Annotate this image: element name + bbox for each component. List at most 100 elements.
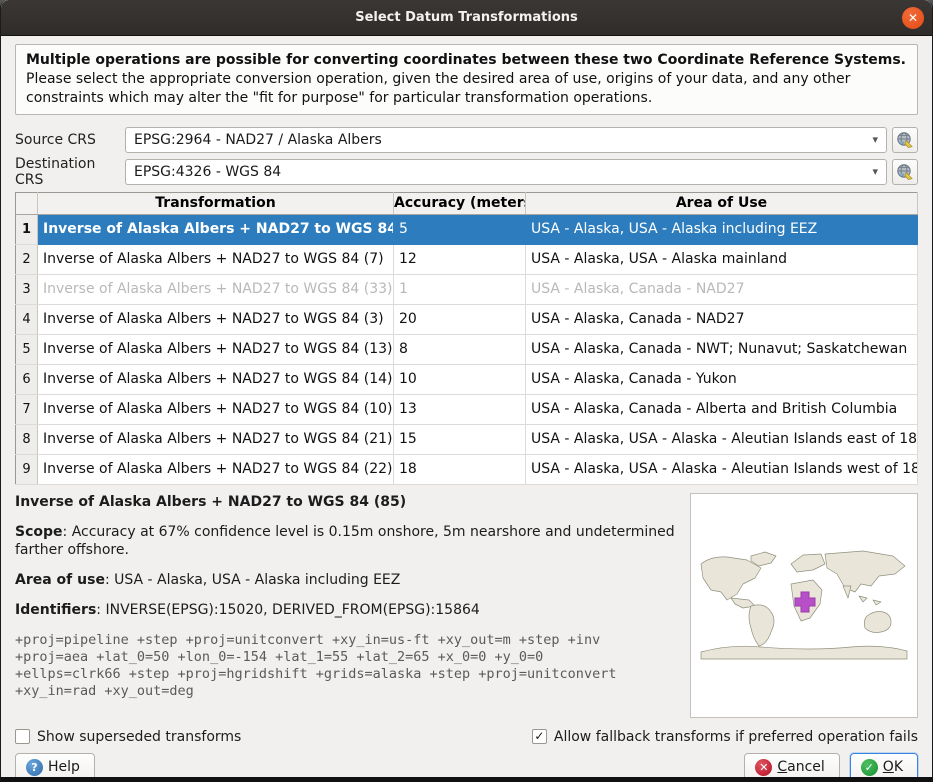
identifiers-label: Identifiers xyxy=(15,602,96,618)
intro-rest-text: Please select the appropriate conversion… xyxy=(26,71,850,106)
ok-button-label: OK xyxy=(883,759,903,775)
cancel-icon: ✕ xyxy=(755,759,772,776)
button-row: ? Help ✕ Cancel ✓ OK xyxy=(15,753,918,782)
row-number: 7 xyxy=(16,394,38,424)
dialog-content: Multiple operations are possible for con… xyxy=(1,36,932,782)
table-row[interactable]: 1 Inverse of Alaska Albers + NAD27 to WG… xyxy=(16,214,918,244)
accuracy-cell[interactable]: 8 xyxy=(394,334,526,364)
accuracy-cell[interactable]: 1 xyxy=(394,274,526,304)
help-icon: ? xyxy=(26,759,43,776)
table-header-row: Transformation Accuracy (meters) Area of… xyxy=(16,192,918,214)
header-area-of-use[interactable]: Area of Use xyxy=(526,192,918,214)
selected-transformation-heading: Inverse of Alaska Albers + NAD27 to WGS … xyxy=(15,493,678,511)
row-number: 4 xyxy=(16,304,38,334)
area-cell[interactable]: USA - Alaska, Canada - NAD27 xyxy=(526,304,918,334)
source-crs-value: EPSG:2964 - NAD27 / Alaska Albers xyxy=(134,132,866,148)
transformation-cell[interactable]: Inverse of Alaska Albers + NAD27 to WGS … xyxy=(38,364,394,394)
accuracy-cell[interactable]: 10 xyxy=(394,364,526,394)
destination-crs-value: EPSG:4326 - WGS 84 xyxy=(134,164,866,180)
area-cell[interactable]: USA - Alaska, USA - Alaska - Aleutian Is… xyxy=(526,454,918,484)
header-transformation[interactable]: Transformation xyxy=(38,192,394,214)
table-row[interactable]: 8 Inverse of Alaska Albers + NAD27 to WG… xyxy=(16,424,918,454)
titlebar: Select Datum Transformations ✕ xyxy=(1,0,932,36)
allow-fallback-checkbox[interactable]: ✓ Allow fallback transforms if preferred… xyxy=(532,729,918,745)
transformation-cell[interactable]: Inverse of Alaska Albers + NAD27 to WGS … xyxy=(38,214,394,244)
table-row[interactable]: 9 Inverse of Alaska Albers + NAD27 to WG… xyxy=(16,454,918,484)
accuracy-cell[interactable]: 18 xyxy=(394,454,526,484)
select-destination-crs-button[interactable] xyxy=(892,159,918,185)
area-cell[interactable]: USA - Alaska, USA - Alaska - Aleutian Is… xyxy=(526,424,918,454)
area-cell[interactable]: USA - Alaska, USA - Alaska mainland xyxy=(526,244,918,274)
area-cell[interactable]: USA - Alaska, Canada - Alberta and Briti… xyxy=(526,394,918,424)
show-superseded-checkbox[interactable]: Show superseded transforms xyxy=(15,729,241,745)
cancel-button-label: Cancel xyxy=(777,759,824,775)
area-of-use-text: : USA - Alaska, USA - Alaska including E… xyxy=(105,572,400,588)
ok-button[interactable]: ✓ OK xyxy=(850,753,918,782)
globe-edit-icon xyxy=(896,163,914,181)
transformation-cell[interactable]: Inverse of Alaska Albers + NAD27 to WGS … xyxy=(38,454,394,484)
identifiers-line: Identifiers: INVERSE(EPSG):15020, DERIVE… xyxy=(15,601,678,619)
table-row[interactable]: 4 Inverse of Alaska Albers + NAD27 to WG… xyxy=(16,304,918,334)
proj-pipeline-string: +proj=pipeline +step +proj=unitconvert +… xyxy=(15,632,678,701)
transformation-cell[interactable]: Inverse of Alaska Albers + NAD27 to WGS … xyxy=(38,244,394,274)
identifiers-text: : INVERSE(EPSG):15020, DERIVED_FROM(EPSG… xyxy=(96,602,480,618)
intro-bold-text: Multiple operations are possible for con… xyxy=(26,52,906,68)
select-source-crs-button[interactable] xyxy=(892,127,918,153)
row-number: 8 xyxy=(16,424,38,454)
accuracy-cell[interactable]: 5 xyxy=(394,214,526,244)
allow-fallback-label: Allow fallback transforms if preferred o… xyxy=(554,729,918,745)
destination-crs-combobox[interactable]: EPSG:4326 - WGS 84 ▾ xyxy=(125,159,887,185)
accuracy-cell[interactable]: 13 xyxy=(394,394,526,424)
globe-edit-icon xyxy=(896,131,914,149)
options-row: Show superseded transforms ✓ Allow fallb… xyxy=(15,728,918,746)
details-section: Inverse of Alaska Albers + NAD27 to WGS … xyxy=(15,493,918,718)
accuracy-cell[interactable]: 15 xyxy=(394,424,526,454)
checkbox-checked-icon[interactable]: ✓ xyxy=(532,729,547,744)
ok-icon: ✓ xyxy=(861,759,878,776)
scope-line: Scope: Accuracy at 67% confidence level … xyxy=(15,523,678,559)
show-superseded-label: Show superseded transforms xyxy=(37,729,241,745)
table-row[interactable]: 3 Inverse of Alaska Albers + NAD27 to WG… xyxy=(16,274,918,304)
checkbox-unchecked-icon[interactable] xyxy=(15,729,30,744)
close-icon[interactable]: ✕ xyxy=(902,7,924,29)
area-of-use-map xyxy=(690,493,918,718)
area-cell[interactable]: USA - Alaska, Canada - Yukon xyxy=(526,364,918,394)
row-number: 6 xyxy=(16,364,38,394)
table-row[interactable]: 5 Inverse of Alaska Albers + NAD27 to WG… xyxy=(16,334,918,364)
dialog-title: Select Datum Transformations xyxy=(355,10,578,25)
transformation-details: Inverse of Alaska Albers + NAD27 to WGS … xyxy=(15,493,690,718)
transformation-cell[interactable]: Inverse of Alaska Albers + NAD27 to WGS … xyxy=(38,334,394,364)
scope-text: : Accuracy at 67% confidence level is 0.… xyxy=(15,524,675,558)
cancel-button[interactable]: ✕ Cancel xyxy=(744,753,839,782)
transformations-table: Transformation Accuracy (meters) Area of… xyxy=(15,192,918,485)
select-datum-transformations-dialog: Select Datum Transformations ✕ Multiple … xyxy=(0,0,933,782)
table-row[interactable]: 2 Inverse of Alaska Albers + NAD27 to WG… xyxy=(16,244,918,274)
ok-rest: K xyxy=(894,759,903,775)
transformation-cell[interactable]: Inverse of Alaska Albers + NAD27 to WGS … xyxy=(38,274,394,304)
row-number: 1 xyxy=(16,214,38,244)
row-number: 9 xyxy=(16,454,38,484)
close-glyph: ✕ xyxy=(908,11,918,25)
corner-header-cell xyxy=(16,192,38,214)
table-row[interactable]: 7 Inverse of Alaska Albers + NAD27 to WG… xyxy=(16,394,918,424)
area-cell[interactable]: USA - Alaska, Canada - NWT; Nunavut; Sas… xyxy=(526,334,918,364)
source-crs-combobox[interactable]: EPSG:2964 - NAD27 / Alaska Albers ▾ xyxy=(125,127,887,153)
source-crs-label: Source CRS xyxy=(15,132,125,148)
chevron-down-icon: ▾ xyxy=(866,133,878,146)
header-accuracy[interactable]: Accuracy (meters) xyxy=(394,192,526,214)
help-button[interactable]: ? Help xyxy=(15,753,95,782)
destination-crs-label: Destination CRS xyxy=(15,156,125,188)
accuracy-cell[interactable]: 20 xyxy=(394,304,526,334)
table-row[interactable]: 6 Inverse of Alaska Albers + NAD27 to WG… xyxy=(16,364,918,394)
help-button-label: Help xyxy=(48,759,80,775)
transformation-cell[interactable]: Inverse of Alaska Albers + NAD27 to WGS … xyxy=(38,304,394,334)
cancel-mnemonic: C xyxy=(777,759,787,775)
transformation-cell[interactable]: Inverse of Alaska Albers + NAD27 to WGS … xyxy=(38,394,394,424)
accuracy-cell[interactable]: 12 xyxy=(394,244,526,274)
chevron-down-icon: ▾ xyxy=(866,165,878,178)
area-cell[interactable]: USA - Alaska, Canada - NAD27 xyxy=(526,274,918,304)
area-of-use-label: Area of use xyxy=(15,572,105,588)
transformation-cell[interactable]: Inverse of Alaska Albers + NAD27 to WGS … xyxy=(38,424,394,454)
area-cell[interactable]: USA - Alaska, USA - Alaska including EEZ xyxy=(526,214,918,244)
cancel-rest: ancel xyxy=(787,759,825,775)
